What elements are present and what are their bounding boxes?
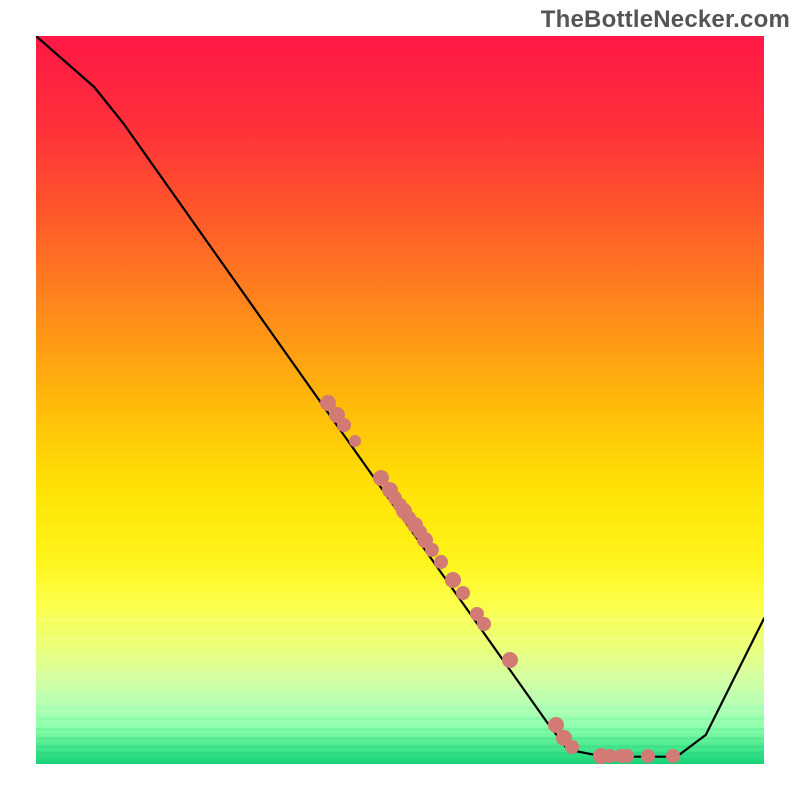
chart-stage: TheBottleNecker.com	[0, 0, 800, 800]
data-dot	[349, 435, 361, 447]
data-dot	[565, 740, 579, 754]
data-dot	[502, 652, 518, 668]
data-dot	[620, 749, 634, 763]
data-dot	[666, 749, 680, 763]
data-dot	[337, 418, 351, 432]
bottleneck-curve	[36, 36, 764, 757]
data-dot	[456, 586, 470, 600]
data-dot	[434, 555, 448, 569]
watermark-text: TheBottleNecker.com	[541, 6, 790, 34]
curve-svg	[36, 36, 764, 764]
data-dot	[425, 543, 439, 557]
plot-area	[36, 36, 764, 764]
data-dot	[641, 749, 655, 763]
data-dot	[477, 617, 491, 631]
data-dot	[445, 572, 461, 588]
